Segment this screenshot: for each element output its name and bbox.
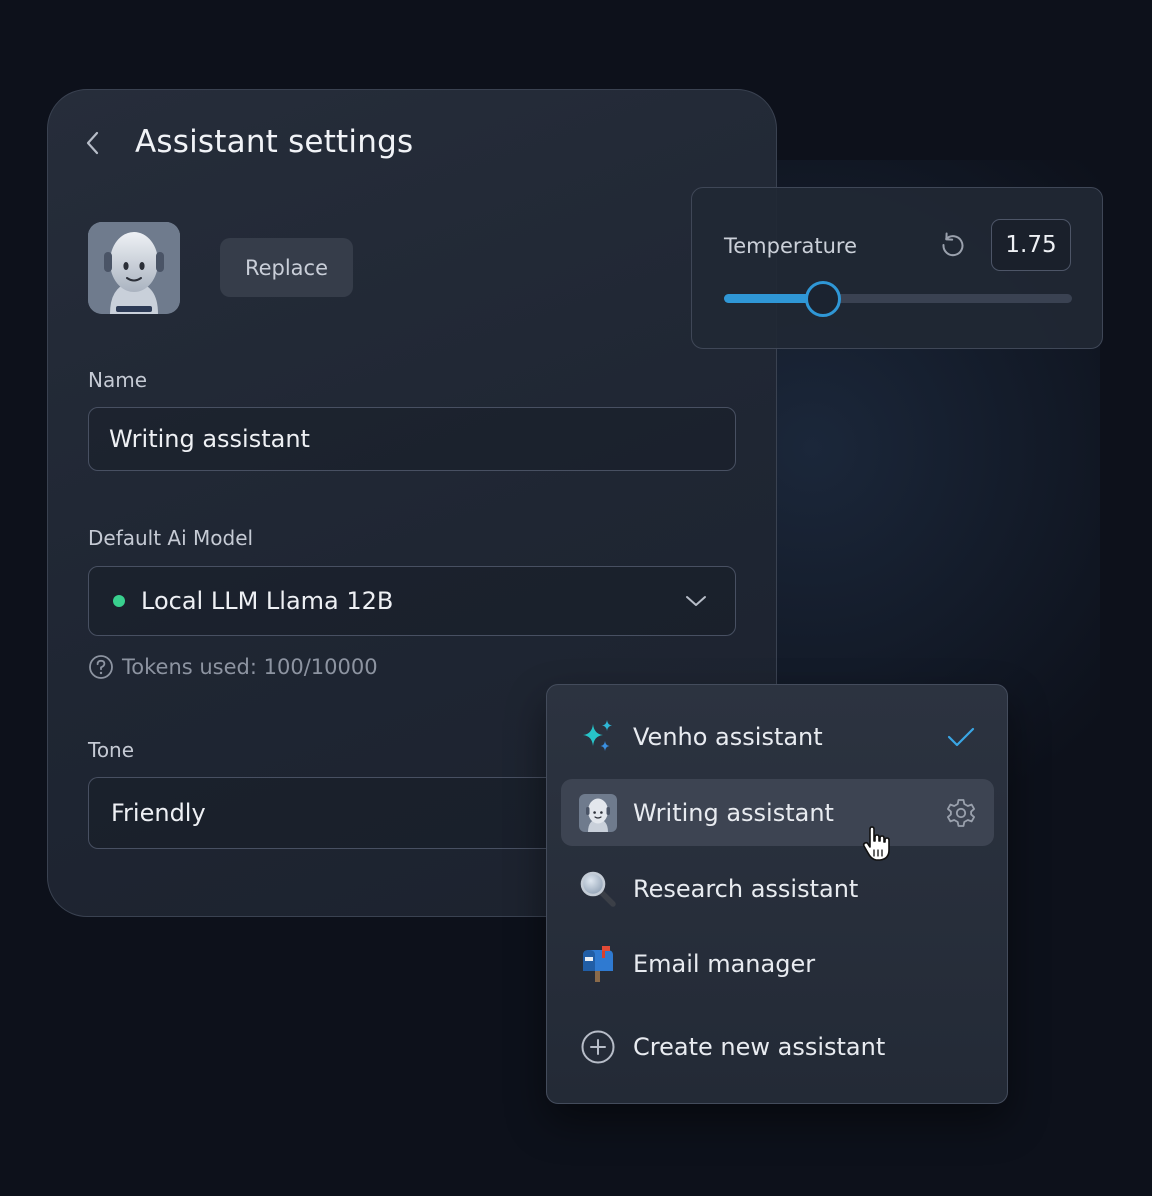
replace-avatar-button[interactable]: Replace <box>220 238 353 297</box>
sparkles-icon <box>579 718 617 756</box>
chevron-down-icon <box>686 596 706 606</box>
menu-item-label: Research assistant <box>633 874 859 903</box>
avatar[interactable] <box>88 222 180 314</box>
name-label: Name <box>88 368 148 392</box>
menu-item-venho-assistant[interactable]: Venho assistant <box>561 703 994 770</box>
hand-cursor-icon <box>862 826 890 861</box>
help-icon[interactable] <box>88 654 114 680</box>
tone-select-value: Friendly <box>111 799 206 827</box>
menu-item-writing-assistant[interactable]: Writing assistant <box>561 779 994 846</box>
name-field[interactable]: Writing assistant <box>88 407 736 471</box>
model-select[interactable]: Local LLM Llama 12B <box>88 566 736 636</box>
assistant-menu: Venho assistant Writing assistant Resear… <box>546 684 1008 1104</box>
tokens-text: Tokens used: 100/10000 <box>122 655 378 679</box>
back-button[interactable] <box>76 126 110 160</box>
page-title: Assistant settings <box>135 124 414 160</box>
menu-item-label: Email manager <box>633 949 816 978</box>
temperature-slider[interactable] <box>724 281 1072 317</box>
chevron-left-icon <box>86 131 99 155</box>
model-label: Default Ai Model <box>88 526 254 550</box>
tone-select[interactable]: Friendly <box>88 777 568 849</box>
gear-icon[interactable] <box>944 796 978 830</box>
create-new-assistant-label: Create new assistant <box>633 1032 886 1061</box>
tokens-used: Tokens used: 100/10000 <box>88 654 378 680</box>
menu-item-research-assistant[interactable]: Research assistant <box>561 855 994 922</box>
temperature-value-input[interactable]: 1.75 <box>991 219 1071 271</box>
robot-avatar-icon <box>579 793 617 832</box>
tone-label: Tone <box>88 738 135 762</box>
plus-circle-icon <box>579 1028 617 1066</box>
menu-item-email-manager[interactable]: Email manager <box>561 930 994 997</box>
check-icon <box>944 720 978 754</box>
robot-avatar-icon <box>88 222 180 314</box>
temperature-label: Temperature <box>724 234 858 258</box>
menu-item-label: Writing assistant <box>633 798 834 827</box>
menu-item-label: Venho assistant <box>633 722 823 751</box>
name-field-value: Writing assistant <box>109 425 310 453</box>
magnifier-icon <box>579 870 617 908</box>
model-select-value: Local LLM Llama 12B <box>141 587 394 615</box>
reset-icon[interactable] <box>938 230 968 260</box>
mailbox-icon <box>579 945 617 983</box>
slider-thumb[interactable] <box>805 281 842 317</box>
create-new-assistant-button[interactable]: Create new assistant <box>561 1013 994 1080</box>
status-dot <box>113 595 125 607</box>
temperature-panel: Temperature 1.75 <box>691 187 1103 349</box>
